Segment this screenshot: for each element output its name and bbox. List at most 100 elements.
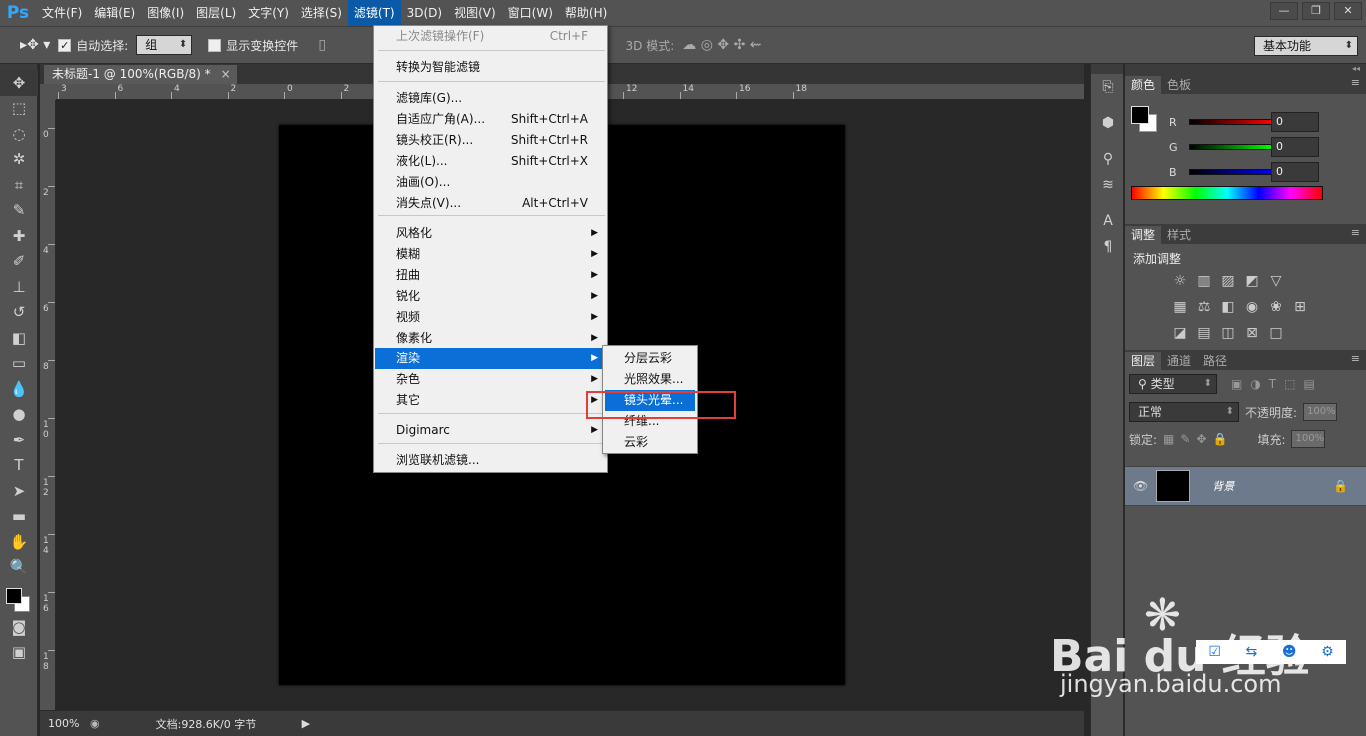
panel-menu-icon[interactable]: ≡ xyxy=(1351,226,1360,239)
marquee-tool-icon[interactable]: ⬚ xyxy=(0,96,38,122)
filter-menu-item[interactable]: 锐化 ▶ xyxy=(375,286,606,307)
filter-menu-item[interactable]: 消失点(V)... Alt+Ctrl+V xyxy=(375,193,606,214)
zoom-level[interactable]: 100% xyxy=(40,717,90,730)
filter-menu-item[interactable]: 视频 ▶ xyxy=(375,307,606,328)
brightness-icon[interactable]: ☼ xyxy=(1171,272,1189,290)
menu-0[interactable]: 文件(F) xyxy=(36,0,88,26)
move-tool-icon[interactable]: ▸✥ ▾ xyxy=(20,37,50,53)
stamp-tool-icon[interactable]: ⊥ xyxy=(0,274,38,300)
menu-8[interactable]: 视图(V) xyxy=(448,0,502,26)
filter-menu-item[interactable]: 滤镜库(G)... xyxy=(375,88,606,109)
black-white-icon[interactable]: ◧ xyxy=(1219,298,1237,316)
panels-collapse[interactable]: ◂◂ xyxy=(1125,64,1366,74)
magic-wand-icon[interactable]: ✲ xyxy=(0,147,38,173)
filter-menu-item[interactable]: Digimarc ▶ xyxy=(375,420,606,441)
color-foreground-swatch[interactable] xyxy=(1131,106,1149,124)
tab-swatches[interactable]: 色板 xyxy=(1161,76,1197,94)
zoom-tool-icon[interactable]: 🔍 xyxy=(0,555,38,581)
menu-2[interactable]: 图像(I) xyxy=(141,0,190,26)
gear-icon[interactable]: ⚙ xyxy=(1321,644,1334,660)
red-value[interactable]: 0 xyxy=(1271,112,1319,132)
eraser-tool-icon[interactable]: ◧ xyxy=(0,325,38,351)
green-value[interactable]: 0 xyxy=(1271,137,1319,157)
menu-9[interactable]: 窗口(W) xyxy=(502,0,559,26)
curves-icon[interactable]: ▨ xyxy=(1219,272,1237,290)
panel-menu-icon[interactable]: ≡ xyxy=(1351,352,1360,365)
exposure-icon[interactable]: ◩ xyxy=(1243,272,1261,290)
menu-6[interactable]: 滤镜(T) xyxy=(347,0,401,26)
color-spectrum[interactable] xyxy=(1131,186,1323,200)
color-lookup-icon[interactable]: ⊞ xyxy=(1291,298,1309,316)
eyedropper-icon[interactable]: ✎ xyxy=(0,198,38,224)
brush-tool-icon[interactable]: ✐ xyxy=(0,249,38,275)
selective-color-icon[interactable]: □ xyxy=(1267,324,1285,342)
filter-menu-item[interactable]: 其它 ▶ xyxy=(375,390,606,411)
invert-icon[interactable]: ◪ xyxy=(1171,324,1189,342)
filter-menu-item[interactable]: 扭曲 ▶ xyxy=(375,265,606,286)
color-balance-icon[interactable]: ⚖ xyxy=(1195,298,1213,316)
history-icon[interactable]: ⎘ xyxy=(1091,74,1125,100)
fill-field[interactable]: 100% xyxy=(1291,430,1326,448)
close-tab-icon[interactable]: × xyxy=(221,65,231,84)
threshold-icon[interactable]: ◫ xyxy=(1219,324,1237,342)
filter-menu-item[interactable]: 杂色 ▶ xyxy=(375,369,606,390)
shape-tool-icon[interactable]: ▬ xyxy=(0,504,38,530)
vertical-ruler[interactable]: 0 2 4 6 8 1 0 1 2 1 4 1 6 1 8 xyxy=(40,100,56,710)
panel-menu-icon[interactable]: ≡ xyxy=(1351,76,1360,89)
align-icon[interactable]: ▯ xyxy=(318,37,326,53)
lock-icons[interactable]: ▦✎✥🔒 xyxy=(1163,432,1233,446)
lasso-tool-icon[interactable]: ◌ xyxy=(0,121,38,147)
document-tab[interactable]: 未标题-1 @ 100%(RGB/8) * × xyxy=(44,65,237,84)
share-icon[interactable]: ⇆ xyxy=(1246,644,1258,660)
blend-mode-dropdown[interactable]: 正常 xyxy=(1129,402,1239,422)
visibility-eye-icon[interactable]: 👁 xyxy=(1133,479,1148,493)
menu-5[interactable]: 选择(S) xyxy=(295,0,348,26)
3d-orbit-icon[interactable]: ☁ ◎ ✥ ✣ ⇜ xyxy=(682,37,761,53)
render-submenu-item[interactable]: 分层云彩 xyxy=(605,348,695,369)
menu-10[interactable]: 帮助(H) xyxy=(559,0,613,26)
filter-menu-item[interactable]: 模糊 ▶ xyxy=(375,244,606,265)
menu-3[interactable]: 图层(L) xyxy=(190,0,242,26)
history-brush-icon[interactable]: ↺ xyxy=(0,300,38,326)
workspace-dropdown[interactable]: 基本功能 xyxy=(1254,36,1358,56)
tab-channels[interactable]: 通道 xyxy=(1161,352,1197,370)
vibrance-icon[interactable]: ▽ xyxy=(1267,272,1285,290)
filter-menu-item[interactable]: 风格化 ▶ xyxy=(375,223,606,244)
move-tool-icon[interactable]: ✥ xyxy=(0,70,38,96)
color-swatches[interactable] xyxy=(0,580,38,614)
posterize-icon[interactable]: ▤ xyxy=(1195,324,1213,342)
blue-value[interactable]: 0 xyxy=(1271,162,1319,182)
status-icon[interactable]: ◉ xyxy=(90,717,100,730)
channel-mixer-icon[interactable]: ❀ xyxy=(1267,298,1285,316)
show-transform-checkbox[interactable] xyxy=(208,38,222,52)
render-submenu-item[interactable]: 云彩 xyxy=(605,432,695,453)
layer-name[interactable]: 背景 xyxy=(1212,478,1234,494)
green-slider[interactable] xyxy=(1189,144,1273,150)
menu-1[interactable]: 编辑(E) xyxy=(88,0,141,26)
opacity-field[interactable]: 100% xyxy=(1303,403,1338,421)
show-transform-option[interactable]: 显示变换控件 xyxy=(208,37,298,54)
screen-mode-icon[interactable]: ▣ xyxy=(0,640,38,666)
hue-sat-icon[interactable]: ▦ xyxy=(1171,298,1189,316)
filter-menu-item[interactable]: 像素化 ▶ xyxy=(375,328,606,349)
menu-4[interactable]: 文字(Y) xyxy=(242,0,295,26)
filter-menu-item[interactable]: 液化(L)... Shift+Ctrl+X xyxy=(375,151,606,172)
tab-adjustments[interactable]: 调整 xyxy=(1125,226,1162,244)
filter-menu-item[interactable]: 自适应广角(A)... Shift+Ctrl+A xyxy=(375,109,606,130)
brush-preset-icon[interactable]: ⚲ xyxy=(1091,146,1125,172)
3d-panel-icon[interactable]: ⬢ xyxy=(1091,110,1125,136)
crop-tool-icon[interactable]: ⌗ xyxy=(0,172,38,198)
blur-tool-icon[interactable]: 💧 xyxy=(0,376,38,402)
render-submenu-item[interactable]: 光照效果... xyxy=(605,369,695,390)
filter-icons[interactable]: ▣◑T⬚▤ xyxy=(1231,377,1323,391)
tab-color[interactable]: 颜色 xyxy=(1125,76,1162,94)
auto-select-dropdown[interactable]: 组 xyxy=(136,35,193,55)
filter-menu-item[interactable]: 浏览联机滤镜... xyxy=(375,450,606,471)
gradient-map-icon[interactable]: ⊠ xyxy=(1243,324,1261,342)
filter-menu-item[interactable]: 渲染 ▶ xyxy=(375,348,606,369)
gradient-tool-icon[interactable]: ▭ xyxy=(0,351,38,377)
blue-slider[interactable] xyxy=(1189,169,1273,175)
character-icon[interactable]: A xyxy=(1091,208,1125,234)
edit-icon[interactable]: ☑ xyxy=(1208,644,1221,660)
tab-layers[interactable]: 图层 xyxy=(1125,352,1162,370)
